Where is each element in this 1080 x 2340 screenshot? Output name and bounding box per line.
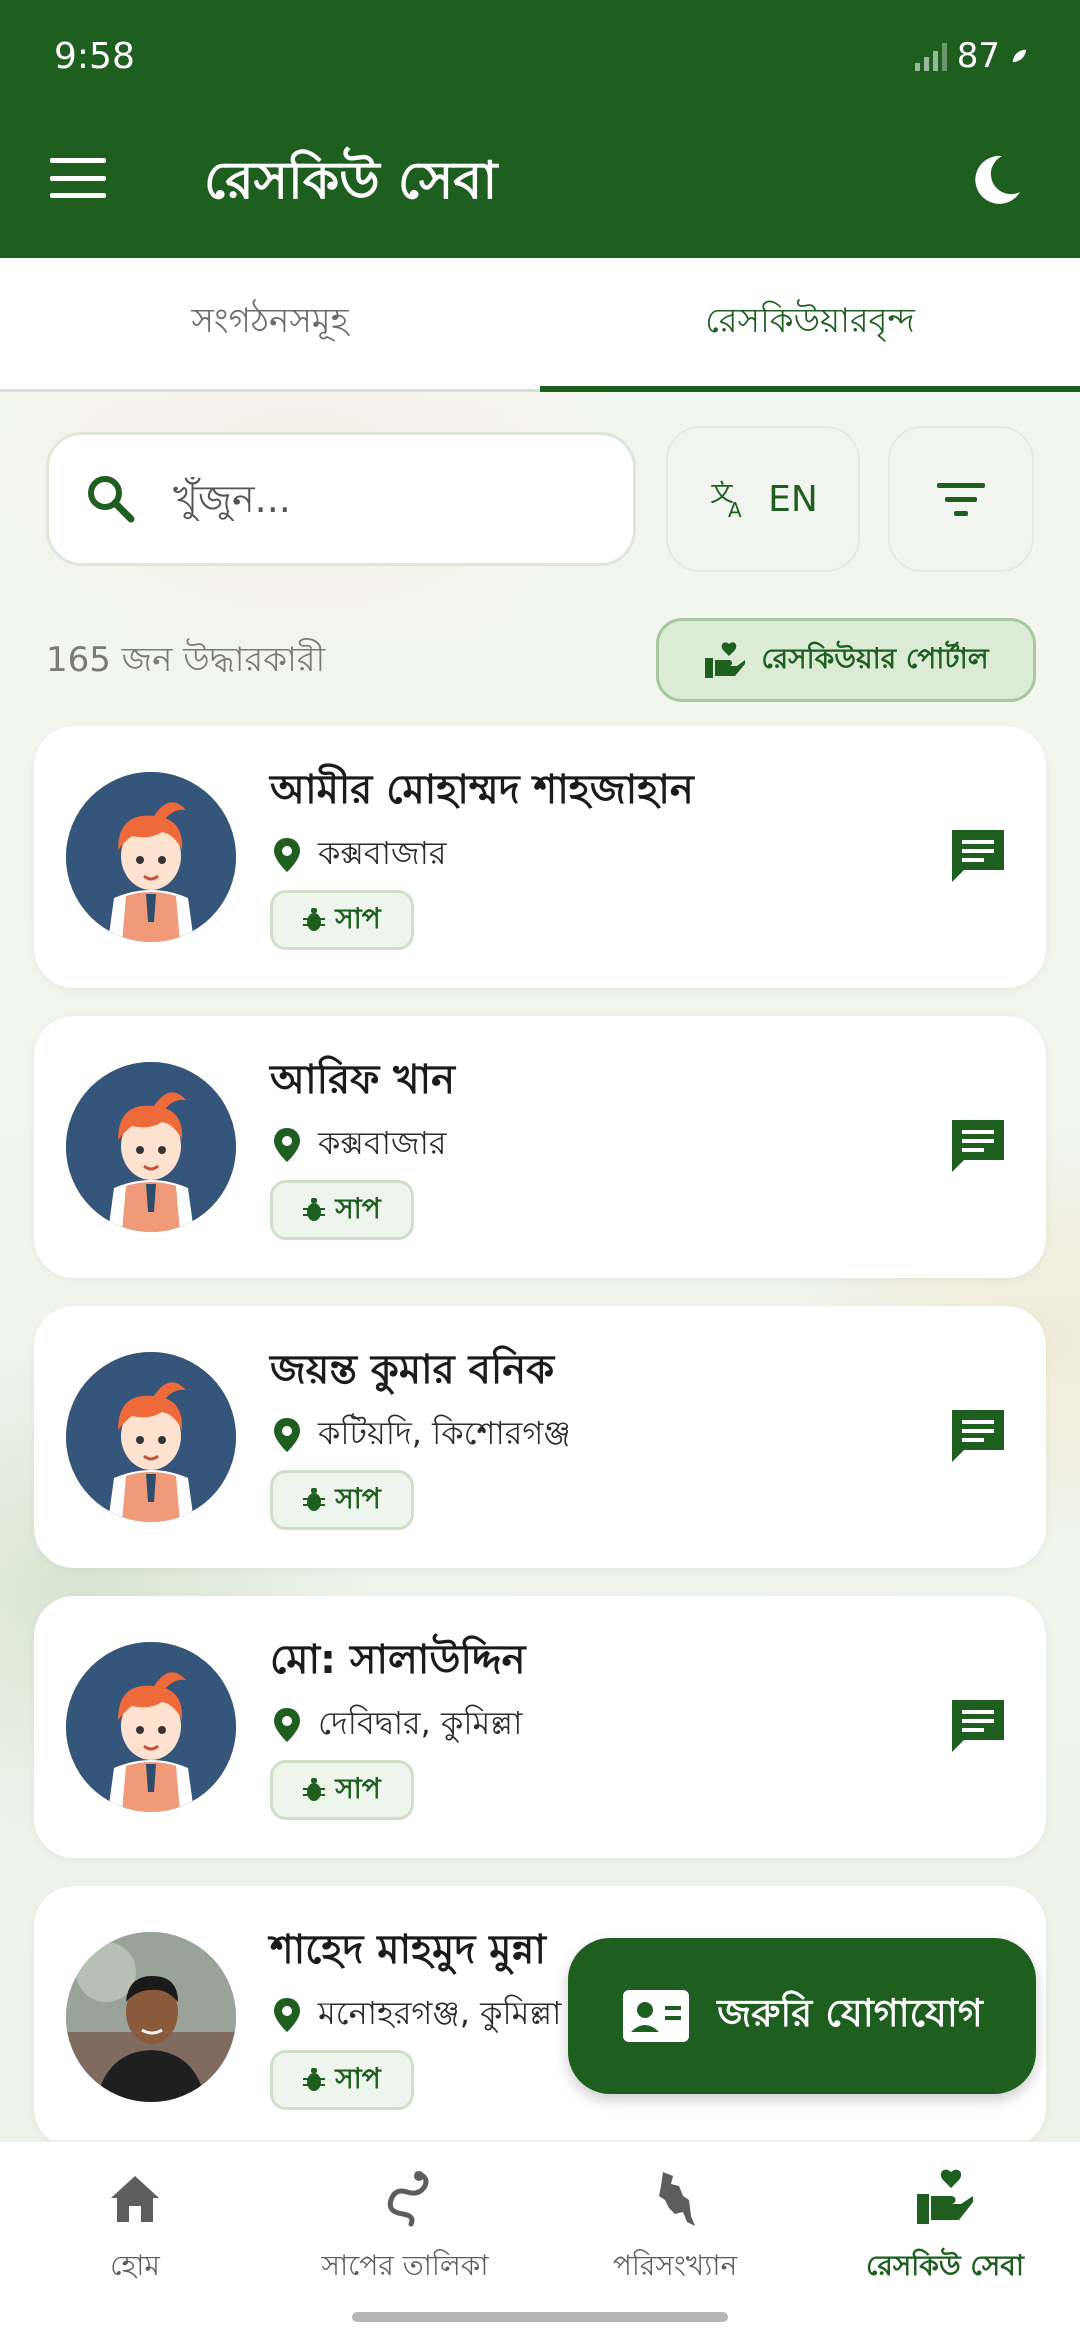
location-text: মনোহরগঞ্জ, কুমিল্লা <box>318 1994 562 2032</box>
nav-rescue-service[interactable]: রেসকিউ সেবা <box>810 2142 1080 2340</box>
species-tag: সাপ <box>270 1470 414 1530</box>
rescuer-card[interactable]: মো: সালাউদ্দিন দেবিদ্বার, কুমিল্লা সাপ <box>34 1596 1046 1858</box>
dark-mode-icon[interactable] <box>968 152 1024 208</box>
rescuer-location: কটিয়দি, কিশোরগঞ্জ <box>274 1408 571 1462</box>
tab-organizations[interactable]: সংগঠনসমূহ <box>0 258 540 389</box>
home-indicator[interactable] <box>352 2312 728 2322</box>
location-pin-icon <box>274 1128 300 1162</box>
app-bar: 9:58 87 রেসকিউ সেবা <box>0 0 1080 258</box>
battery-level: 87 <box>956 36 1000 76</box>
svg-text:A: A <box>728 498 742 521</box>
home-icon <box>111 2176 159 2222</box>
translate-icon: 文 A <box>710 479 742 521</box>
species-tag-label: সাপ <box>335 1771 381 1805</box>
contact-card-icon <box>623 1990 690 2042</box>
rescuer-name: আমীর মোহাম্মদ শাহজাহান <box>270 767 694 813</box>
bug-icon <box>303 1198 326 1221</box>
nav-snake-list[interactable]: সাপের তালিকা <box>270 2142 540 2340</box>
bottom-navigation: হোম সাপের তালিকা পরিসংখ্যান রেসকিউ সেবা <box>0 2140 1080 2340</box>
bug-icon <box>303 1778 326 1801</box>
location-pin-icon <box>274 838 300 872</box>
rescuer-name: শাহেদ মাহমুদ মুন্না <box>270 1927 546 1973</box>
tab-bar: সংগঠনসমূহ রেসকিউয়ারবৃন্দ <box>0 258 1080 392</box>
location-text: দেবিদ্বার, কুমিল্লা <box>318 1704 523 1742</box>
filter-button[interactable] <box>888 426 1034 572</box>
rescuer-location: কক্সবাজার <box>274 1118 447 1172</box>
rescuer-name: আরিফ খান <box>270 1057 456 1103</box>
rescuer-card[interactable]: আরিফ খান কক্সবাজার সাপ <box>34 1016 1046 1278</box>
rescuer-name: জয়ন্ত কুমার বনিক <box>270 1347 555 1393</box>
signal-icon <box>914 41 947 71</box>
rescuer-portal-button[interactable]: রেসকিউয়ার পোর্টাল <box>656 618 1036 702</box>
location-pin-icon <box>274 1998 300 2032</box>
message-icon[interactable] <box>948 1116 1008 1176</box>
bug-icon <box>303 1488 326 1511</box>
nav-snake-list-label: সাপের তালিকা <box>321 2249 489 2282</box>
species-tag: সাপ <box>270 1180 414 1240</box>
location-pin-icon <box>274 1418 300 1452</box>
species-tag: সাপ <box>270 890 414 950</box>
rescuer-portal-label: রেসকিউয়ার পোর্টাল <box>761 641 989 675</box>
message-icon[interactable] <box>948 826 1008 886</box>
search-bar[interactable] <box>46 432 636 566</box>
message-icon[interactable] <box>948 1696 1008 1756</box>
location-text: কক্সবাজার <box>318 834 447 872</box>
species-tag: সাপ <box>270 2050 414 2110</box>
location-text: কটিয়দি, কিশোরগঞ্জ <box>318 1414 571 1452</box>
species-tag-label: সাপ <box>335 1191 381 1225</box>
bug-icon <box>303 2068 326 2091</box>
avatar-photo <box>66 1932 236 2102</box>
status-indicators: 87 <box>914 36 1028 76</box>
avatar <box>66 1352 236 1522</box>
nav-rescue-service-label: রেসকিউ সেবা <box>866 2249 1024 2282</box>
nav-statistics[interactable]: পরিসংখ্যান <box>540 2142 810 2340</box>
page-title: রেসকিউ সেবা <box>204 151 498 211</box>
menu-icon[interactable] <box>50 158 106 198</box>
nav-home[interactable]: হোম <box>0 2142 270 2340</box>
species-tag-label: সাপ <box>335 1481 381 1515</box>
avatar <box>66 1062 236 1232</box>
species-tag: সাপ <box>270 1760 414 1820</box>
rescuer-name: মো: সালাউদ্দিন <box>270 1637 526 1683</box>
filter-icon <box>937 483 985 516</box>
status-time: 9:58 <box>54 36 135 77</box>
hand-heart-icon <box>917 2169 973 2224</box>
avatar <box>66 772 236 942</box>
hand-heart-icon <box>705 642 746 678</box>
rescuer-location: মনোহরগঞ্জ, কুমিল্লা <box>274 1988 561 2042</box>
rescuer-card[interactable]: জয়ন্ত কুমার বনিক কটিয়দি, কিশোরগঞ্জ সাপ <box>34 1306 1046 1568</box>
bangladesh-map-icon <box>659 2172 695 2226</box>
rescuer-location: দেবিদ্বার, কুমিল্লা <box>274 1698 522 1752</box>
tab-rescuers[interactable]: রেসকিউয়ারবৃন্দ <box>540 258 1080 392</box>
search-input[interactable] <box>173 477 593 521</box>
rescuer-card[interactable]: আমীর মোহাম্মদ শাহজাহান কক্সবাজার সাপ <box>34 726 1046 988</box>
emergency-contact-button[interactable]: জরুরি যোগাযোগ <box>568 1938 1036 2094</box>
language-toggle-button[interactable]: 文 A EN <box>666 426 860 572</box>
nav-statistics-label: পরিসংখ্যান <box>612 2249 738 2282</box>
message-icon[interactable] <box>948 1406 1008 1466</box>
language-label: EN <box>768 478 818 520</box>
search-icon <box>88 476 135 523</box>
species-tag-label: সাপ <box>335 2061 381 2095</box>
rescuer-location: কক্সবাজার <box>274 828 447 882</box>
nav-home-label: হোম <box>110 2249 160 2282</box>
battery-saver-icon <box>1012 49 1027 63</box>
rescuer-count: 165 জন উদ্ধারকারী <box>46 640 326 680</box>
bug-icon <box>303 908 326 931</box>
location-text: কক্সবাজার <box>318 1124 447 1162</box>
emergency-contact-label: জরুরি যোগাযোগ <box>717 1991 983 2035</box>
snake-icon <box>387 2171 429 2227</box>
avatar <box>66 1642 236 1812</box>
species-tag-label: সাপ <box>335 901 381 935</box>
location-pin-icon <box>274 1708 300 1742</box>
